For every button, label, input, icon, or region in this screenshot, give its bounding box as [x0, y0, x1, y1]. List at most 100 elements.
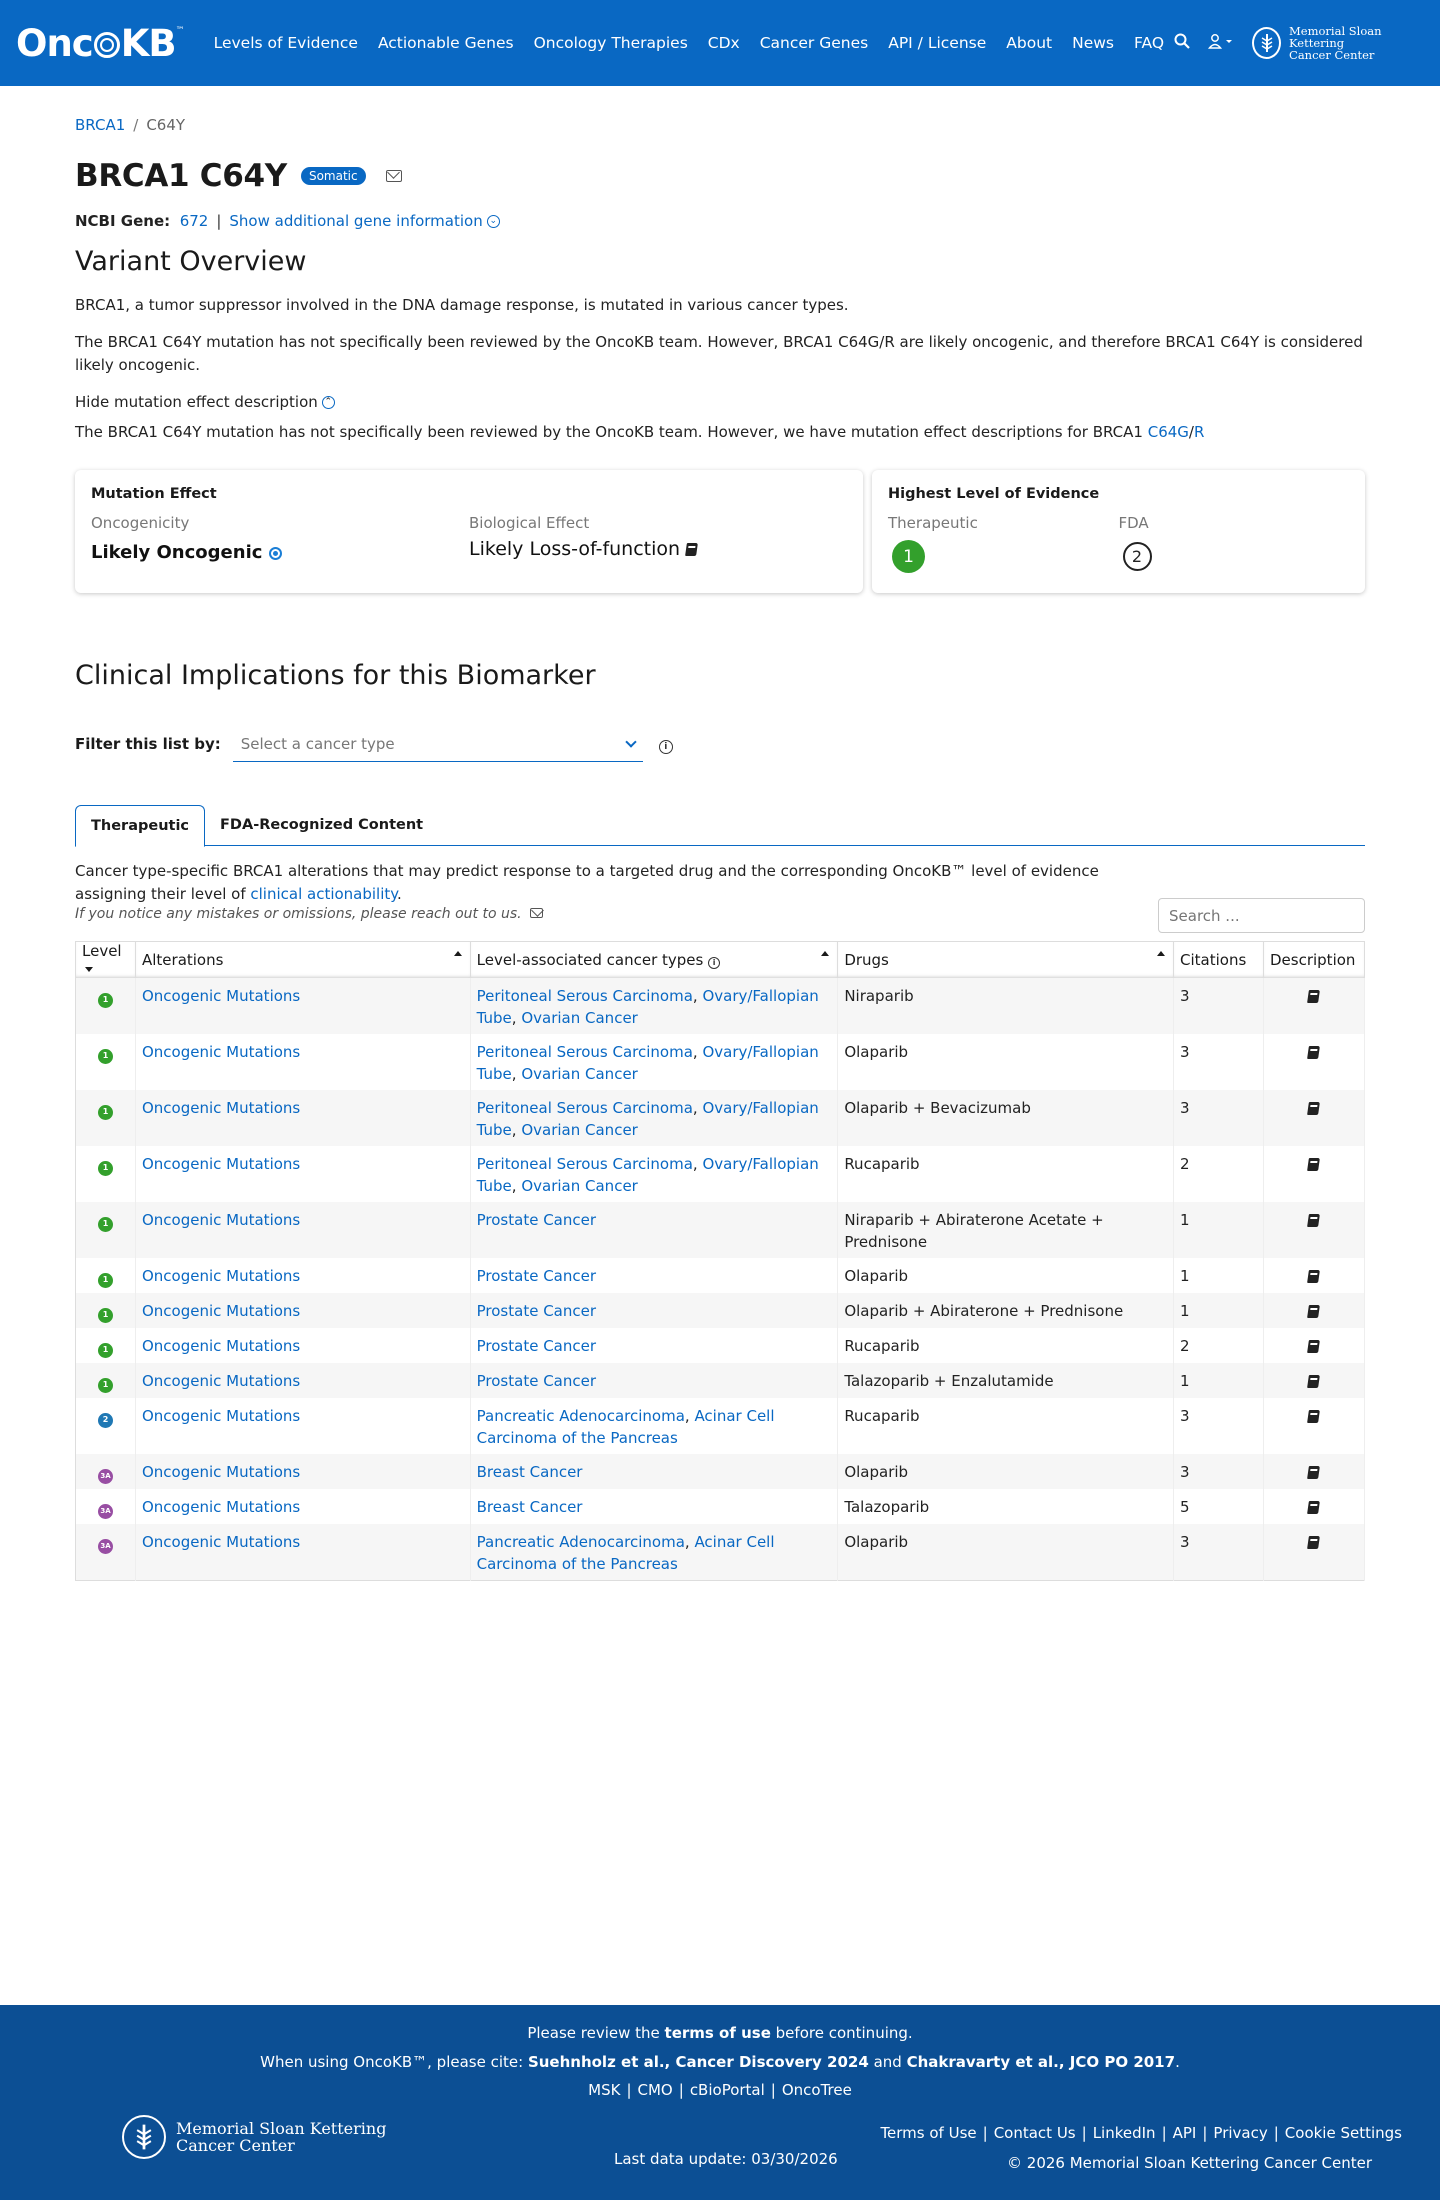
footer-api[interactable]: API [1173, 2124, 1197, 2142]
alteration-link[interactable]: Oncogenic Mutations [142, 1407, 300, 1425]
nav-actionable-genes[interactable]: Actionable Genes [368, 34, 524, 52]
cancer-type-link[interactable]: Pancreatic Adenocarcinoma [477, 1533, 685, 1551]
hide-mutation-effect-toggle[interactable]: Hide mutation effect description ⌃ [75, 391, 335, 414]
book-icon[interactable] [1307, 1305, 1321, 1318]
book-icon[interactable] [1307, 1536, 1321, 1549]
citations-cell[interactable]: 3 [1173, 978, 1264, 1034]
book-icon[interactable] [1307, 1375, 1321, 1388]
cancer-type-link[interactable]: Ovarian Cancer [521, 1177, 638, 1195]
level-badge[interactable]: 1 [97, 1216, 113, 1232]
citation-link-1[interactable]: Suehnholz et al., Cancer Discovery 2024 [528, 2053, 869, 2071]
level-badge[interactable]: 3A [97, 1503, 113, 1519]
level-badge[interactable]: 1 [97, 1307, 113, 1323]
alteration-link[interactable]: Oncogenic Mutations [142, 1099, 300, 1117]
book-icon[interactable] [1307, 1270, 1321, 1283]
nav-api-license[interactable]: API / License [878, 34, 996, 52]
citations-cell[interactable]: 3 [1173, 1524, 1264, 1581]
alteration-link[interactable]: Oncogenic Mutations [142, 1463, 300, 1481]
nav-faq[interactable]: FAQ [1124, 34, 1174, 52]
level-badge[interactable]: 1 [97, 1272, 113, 1288]
footer-link-cmo[interactable]: CMO [638, 2081, 673, 2099]
book-icon[interactable] [1307, 1410, 1321, 1423]
info-icon[interactable]: i [658, 740, 673, 754]
level-badge[interactable]: 2 [97, 1412, 113, 1428]
show-gene-info-link[interactable]: Show additional gene information ⌄ [229, 212, 500, 230]
cancer-type-link[interactable]: Ovarian Cancer [521, 1065, 638, 1083]
book-icon[interactable] [1307, 990, 1321, 1003]
footer-cookie-settings[interactable]: Cookie Settings [1285, 2124, 1402, 2142]
alteration-link[interactable]: Oncogenic Mutations [142, 1043, 300, 1061]
citations-cell[interactable]: 1 [1173, 1202, 1264, 1258]
cancer-type-link[interactable]: Prostate Cancer [477, 1302, 596, 1320]
footer-linkedin[interactable]: LinkedIn [1093, 2124, 1156, 2142]
c64g-link[interactable]: C64G [1148, 423, 1189, 441]
cancer-type-link[interactable]: Peritoneal Serous Carcinoma [477, 1099, 693, 1117]
cancer-type-link[interactable]: Ovarian Cancer [521, 1121, 638, 1139]
info-icon[interactable]: i [708, 956, 721, 969]
level-badge[interactable]: 3A [97, 1538, 113, 1554]
terms-of-use-link[interactable]: terms of use [665, 2024, 771, 2042]
cancer-type-link[interactable]: Peritoneal Serous Carcinoma [477, 1043, 693, 1061]
c64r-link[interactable]: R [1194, 423, 1204, 441]
fda-level-badge[interactable]: 2 [1122, 542, 1152, 571]
nav-levels-of-evidence[interactable]: Levels of Evidence [204, 34, 368, 52]
book-icon[interactable] [1307, 1501, 1321, 1514]
cancer-type-link[interactable]: Prostate Cancer [477, 1267, 596, 1285]
nav-about[interactable]: About [996, 34, 1062, 52]
alteration-link[interactable]: Oncogenic Mutations [142, 1267, 300, 1285]
alteration-link[interactable]: Oncogenic Mutations [142, 1372, 300, 1390]
mail-icon[interactable] [530, 908, 544, 918]
footer-msk-logo[interactable]: Memorial Sloan Kettering Cancer Center [122, 2115, 386, 2159]
alteration-link[interactable]: Oncogenic Mutations [142, 1498, 300, 1516]
mail-icon[interactable] [385, 170, 402, 182]
alteration-link[interactable]: Oncogenic Mutations [142, 1302, 300, 1320]
cancer-type-link[interactable]: Breast Cancer [477, 1498, 583, 1516]
col-alterations[interactable]: Alterations [135, 941, 471, 978]
cancer-type-select[interactable]: Select a cancer type [232, 726, 643, 762]
cancer-type-link[interactable]: Pancreatic Adenocarcinoma [477, 1407, 685, 1425]
footer-link-cbioportal[interactable]: cBioPortal [690, 2081, 765, 2099]
nav-oncology-therapies[interactable]: Oncology Therapies [524, 34, 698, 52]
ncbi-gene-link[interactable]: 672 [180, 212, 209, 230]
footer-contact-us[interactable]: Contact Us [994, 2124, 1076, 2142]
search-icon[interactable] [1174, 33, 1190, 53]
footer-link-msk[interactable]: MSK [588, 2081, 620, 2099]
alteration-link[interactable]: Oncogenic Mutations [142, 987, 300, 1005]
level-badge[interactable]: 1 [97, 1377, 113, 1393]
alteration-link[interactable]: Oncogenic Mutations [142, 1155, 300, 1173]
level-badge[interactable]: 1 [97, 1048, 113, 1064]
col-drugs[interactable]: Drugs [837, 941, 1174, 978]
table-search-input[interactable] [1158, 898, 1365, 933]
level-badge[interactable]: 1 [97, 992, 113, 1008]
citations-cell[interactable]: 1 [1173, 1293, 1264, 1328]
user-menu-icon[interactable] [1207, 33, 1234, 53]
level-badge[interactable]: 1 [97, 1342, 113, 1358]
citations-cell[interactable]: 3 [1173, 1034, 1264, 1090]
book-icon[interactable] [1307, 1340, 1321, 1353]
book-icon[interactable] [1307, 1102, 1321, 1115]
col-citations[interactable]: Citations [1173, 941, 1264, 978]
cancer-type-link[interactable]: Peritoneal Serous Carcinoma [477, 1155, 693, 1173]
clinical-actionability-link[interactable]: clinical actionability [250, 885, 397, 903]
msk-logo[interactable]: Memorial Sloan Kettering Cancer Center [1252, 25, 1424, 61]
book-icon[interactable] [1307, 1046, 1321, 1059]
citation-link-2[interactable]: Chakravarty et al., JCO PO 2017 [907, 2053, 1176, 2071]
footer-link-oncotree[interactable]: OncoTree [782, 2081, 852, 2099]
col-level[interactable]: Level [75, 941, 136, 978]
cancer-type-link[interactable]: Prostate Cancer [477, 1337, 596, 1355]
book-icon[interactable] [685, 543, 699, 556]
level-badge[interactable]: 1 [97, 1104, 113, 1120]
cancer-type-link[interactable]: Prostate Cancer [477, 1372, 596, 1390]
alteration-link[interactable]: Oncogenic Mutations [142, 1211, 300, 1229]
therapeutic-level-badge[interactable]: 1 [892, 540, 925, 573]
citations-cell[interactable]: 3 [1173, 1454, 1264, 1489]
breadcrumb-gene[interactable]: BRCA1 [75, 116, 125, 134]
citations-cell[interactable]: 1 [1173, 1363, 1264, 1398]
citations-cell[interactable]: 3 [1173, 1398, 1264, 1454]
book-icon[interactable] [1307, 1466, 1321, 1479]
tab-therapeutic[interactable]: Therapeutic [75, 804, 206, 847]
footer-terms-of-use[interactable]: Terms of Use [880, 2124, 976, 2142]
cancer-type-link[interactable]: Ovarian Cancer [521, 1009, 638, 1027]
book-icon[interactable] [1307, 1214, 1321, 1227]
footer-privacy[interactable]: Privacy [1213, 2124, 1267, 2142]
